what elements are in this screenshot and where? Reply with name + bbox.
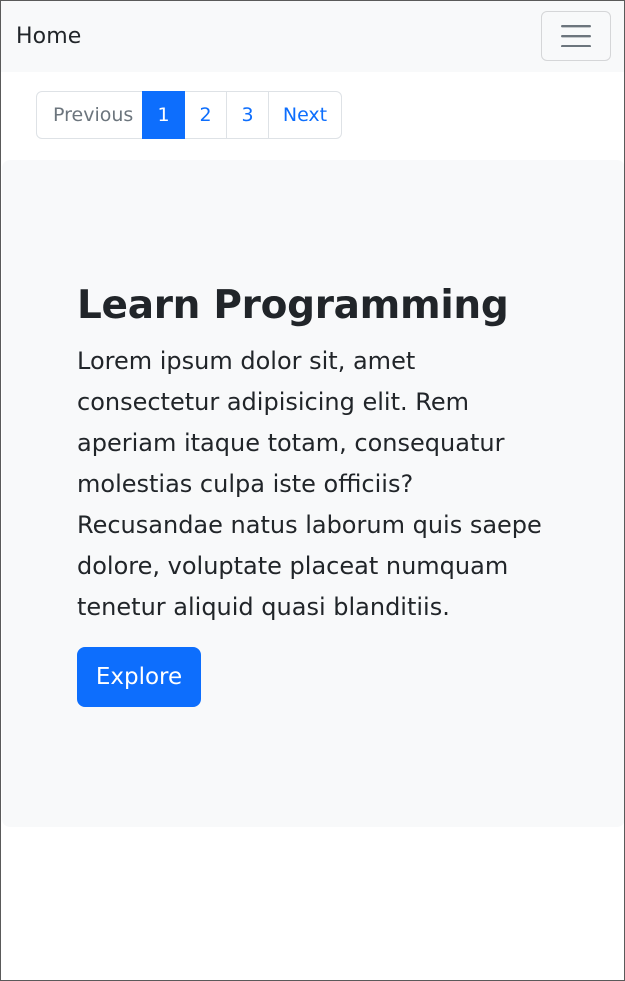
pagination-item-3: 3 — [226, 91, 269, 139]
navbar: Home — [1, 1, 624, 72]
pagination-page-3-link[interactable]: 3 — [226, 91, 269, 139]
pagination: Previous 1 2 3 Next — [36, 91, 342, 139]
navbar-brand-home-link[interactable]: Home — [16, 23, 81, 51]
pagination-item-next: Next — [268, 91, 342, 139]
hero-section: Learn Programming Lorem ipsum dolor sit,… — [2, 160, 624, 827]
page: Home Previous 1 2 3 Next Learn Programmi… — [0, 0, 625, 981]
hero-description: Lorem ipsum dolor sit, amet consectetur … — [77, 347, 542, 621]
pagination-next-link[interactable]: Next — [268, 91, 342, 139]
pagination-page-1-link[interactable]: 1 — [142, 91, 185, 139]
pagination-page-2-link[interactable]: 2 — [184, 91, 227, 139]
pagination-item-2: 2 — [184, 91, 227, 139]
navbar-toggler-button[interactable] — [541, 11, 611, 61]
hero-title: Learn Programming — [77, 283, 509, 328]
pagination-previous-link[interactable]: Previous — [36, 91, 143, 139]
hamburger-menu-icon — [561, 25, 591, 47]
pagination-item-previous: Previous — [36, 91, 143, 139]
explore-button[interactable]: Explore — [77, 647, 201, 707]
pagination-item-1: 1 — [142, 91, 185, 139]
